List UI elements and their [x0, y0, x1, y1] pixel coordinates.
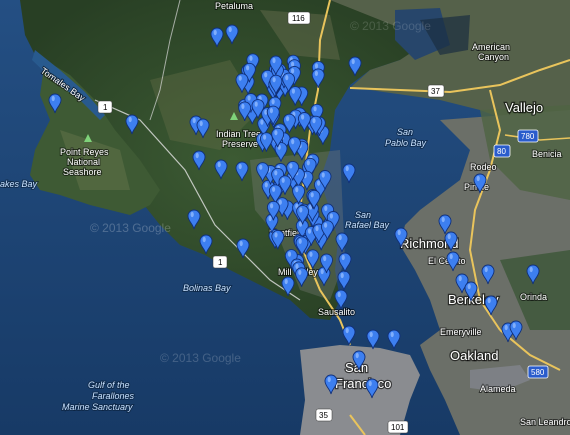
label-emeryville: Emeryville	[440, 327, 482, 337]
route-shield-37: 37	[427, 84, 445, 98]
route-shield-80: 80	[493, 144, 511, 158]
svg-text:80: 80	[497, 147, 506, 156]
label-petaluma: Petaluma	[215, 1, 253, 11]
svg-text:1: 1	[218, 258, 223, 267]
label-orinda: Orinda	[520, 292, 547, 302]
watermark: © 2013 Google	[90, 221, 171, 235]
label-american-canyon-1: American	[472, 42, 510, 52]
label-sausalito: Sausalito	[318, 307, 355, 317]
label-rodeo: Rodeo	[470, 162, 497, 172]
svg-text:116: 116	[292, 14, 305, 23]
label-farallones-1: Gulf of the	[88, 380, 130, 390]
label-san-rafael-2: Rafael Bay	[345, 220, 390, 230]
svg-text:37: 37	[431, 87, 440, 96]
svg-text:580: 580	[531, 368, 545, 377]
watermark: © 2013 Google	[160, 351, 241, 365]
label-alameda: Alameda	[480, 384, 516, 394]
route-shield-580: 580	[527, 365, 549, 379]
route-shield-780: 780	[517, 129, 539, 143]
label-drakes: akes Bay	[0, 179, 38, 189]
svg-text:780: 780	[521, 132, 535, 141]
svg-text:101: 101	[391, 423, 405, 432]
label-farallones-2: Farallones	[92, 391, 135, 401]
route-shield-116: 116	[287, 11, 311, 25]
label-san-pablo-2: Pablo Bay	[385, 138, 427, 148]
route-shield-101: 101	[387, 420, 409, 434]
label-bolinas: Bolinas Bay	[183, 283, 231, 293]
label-san-rafael-1: San	[355, 210, 371, 220]
label-point-reyes-3: Seashore	[63, 167, 102, 177]
label-american-canyon-2: Canyon	[478, 52, 509, 62]
label-oakland: Oakland	[450, 348, 498, 363]
label-point-reyes-1: Point Reyes	[60, 147, 109, 157]
label-vallejo: Vallejo	[505, 100, 543, 115]
svg-text:1: 1	[103, 103, 108, 112]
label-benicia: Benicia	[532, 149, 562, 159]
map-canvas[interactable]: 116 1 1 37 80 780 580 101 35 Petaluma Am…	[0, 0, 570, 435]
label-indian-tree-2: Preserve	[222, 139, 258, 149]
watermark: © 2013 Google	[350, 19, 431, 33]
label-san-leandro: San Leandro	[520, 417, 570, 427]
route-shield-1: 1	[212, 255, 228, 269]
label-san-francisco-2: Francisco	[335, 376, 391, 391]
label-san-pablo-1: San	[397, 127, 413, 137]
label-indian-tree-1: Indian Tree	[216, 129, 261, 139]
svg-text:35: 35	[319, 411, 328, 420]
label-farallones-3: Marine Sanctuary	[62, 402, 133, 412]
route-shield-1: 1	[97, 100, 113, 114]
route-shield-35: 35	[315, 408, 333, 422]
label-point-reyes-2: National	[67, 157, 100, 167]
